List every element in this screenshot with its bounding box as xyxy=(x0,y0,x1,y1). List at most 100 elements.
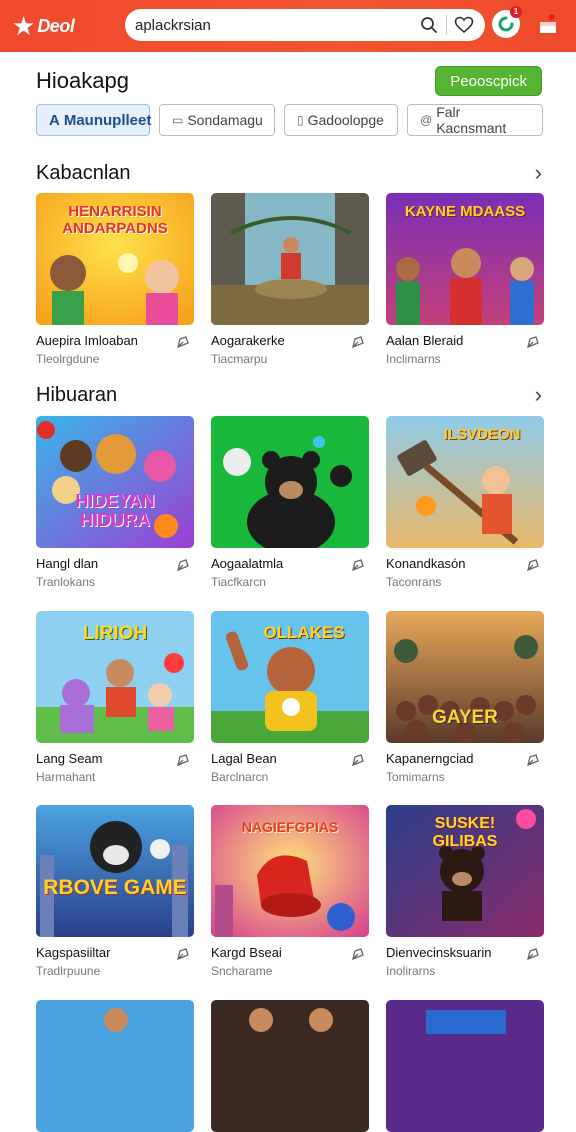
thumbnail-banner: RBOVE GAME xyxy=(43,876,187,899)
card-subtitle: Tiacfkarcn xyxy=(211,575,266,589)
game-thumbnail[interactable] xyxy=(211,193,369,325)
game-thumbnail[interactable]: NAGIEFGPIAS xyxy=(211,805,369,937)
game-thumbnail[interactable]: KAYNE MDAASS xyxy=(386,193,544,325)
game-thumbnail[interactable]: HENARRISIN ANDARPADNS xyxy=(36,193,194,325)
game-card-partial[interactable] xyxy=(36,1000,194,1132)
game-card[interactable]: HIDEYAN HIDURA Hangl dlan Tranlokans xyxy=(36,416,194,589)
card-subtitle: Tranlokans xyxy=(36,575,95,589)
star-icon: ★ xyxy=(12,11,36,41)
search-icon[interactable] xyxy=(418,14,440,36)
card-subtitle: Taconrans xyxy=(386,575,442,589)
game-card[interactable]: HENARRISIN ANDARPADNS Auepira Imloaban T… xyxy=(36,193,194,366)
card-title: Konandkasón xyxy=(386,556,466,571)
game-card[interactable]: ILSVDEON Konandkasón Taconrans xyxy=(386,416,544,589)
game-card[interactable]: LIRIOH Lang Seam Harmahant xyxy=(36,611,194,784)
section-title: Hibuaran xyxy=(36,383,118,406)
card-subtitle: Inclimarns xyxy=(386,352,441,366)
search-input[interactable]: aplackrsian xyxy=(135,17,412,34)
card-subtitle: Harmahant xyxy=(36,770,96,784)
search-bar[interactable]: aplackrsian xyxy=(125,9,485,41)
card-subtitle: Sncharame xyxy=(211,964,273,978)
bookmark-icon[interactable] xyxy=(351,947,365,961)
chevron-right-icon[interactable]: › xyxy=(535,160,542,186)
chip-sondamagu[interactable]: ▭ Sondamagu xyxy=(159,104,275,136)
game-card[interactable]: OLLAKES Lagal Bean Barclnarcn xyxy=(211,611,369,784)
section-header-1: Kabacnlan › xyxy=(36,160,542,186)
app-logo[interactable]: ★ Deol xyxy=(12,13,108,39)
thumbnail-banner: SUSKE! GILIBAS xyxy=(432,815,498,850)
bookmark-icon[interactable] xyxy=(526,558,540,572)
thumbnail-banner: GAYER xyxy=(432,707,498,728)
card-title: Aogaalatmla xyxy=(211,556,284,571)
top-bar: ★ Deol aplackrsian 1 xyxy=(0,0,576,52)
gift-button[interactable] xyxy=(534,10,562,38)
thumbnail-banner: OLLAKES xyxy=(263,623,345,642)
card-title: Auepira Imloaban xyxy=(36,333,138,348)
game-card[interactable]: KAYNE MDAASS Aalan Bleraid Inclimarns xyxy=(386,193,544,366)
bookmark-icon[interactable] xyxy=(176,753,190,767)
chip-gadoolopge[interactable]: ▯ Gadoolopge xyxy=(284,104,398,136)
game-card[interactable]: Aogaalatmla Tiacfkarcn xyxy=(211,416,369,589)
chat-icon: ▭ xyxy=(172,113,184,127)
game-thumbnail[interactable]: OLLAKES xyxy=(211,611,369,743)
card-title: Hangl dlan xyxy=(36,556,99,571)
bookmark-icon[interactable] xyxy=(176,947,190,961)
logo-text: Deol xyxy=(37,15,75,36)
game-card[interactable]: NAGIEFGPIAS Kargd Bseai Sncharame xyxy=(211,805,369,978)
gift-icon xyxy=(540,14,556,33)
card-title: Lang Seam xyxy=(36,751,103,766)
game-thumbnail[interactable] xyxy=(211,1000,369,1132)
card-subtitle: Tiacmarpu xyxy=(211,352,268,366)
document-icon: ▯ xyxy=(297,113,304,127)
bookmark-icon[interactable] xyxy=(176,558,190,572)
chip-label: Maunuplleet xyxy=(63,111,152,129)
chip-prefix: A xyxy=(49,111,60,129)
bookmark-icon[interactable] xyxy=(351,558,365,572)
bookmark-icon[interactable] xyxy=(351,335,365,349)
chip-label: Sondamagu xyxy=(187,112,263,128)
thumbnail-banner: ILSVDEON xyxy=(443,426,521,443)
notification-badge: 1 xyxy=(510,6,522,18)
game-thumbnail[interactable]: GAYER xyxy=(386,611,544,743)
game-card[interactable]: RBOVE GAME Kagspasiiltar Tradlrpuune xyxy=(36,805,194,978)
game-thumbnail[interactable] xyxy=(386,1000,544,1132)
section-title: Kabacnlan xyxy=(36,161,131,184)
game-thumbnail[interactable]: HIDEYAN HIDURA xyxy=(36,416,194,548)
game-thumbnail[interactable]: ILSVDEON xyxy=(386,416,544,548)
primary-action-button[interactable]: Peooscpick xyxy=(435,66,542,96)
game-card-partial[interactable] xyxy=(386,1000,544,1132)
chip-label: Falr Kacnsmant xyxy=(436,104,507,136)
card-title: Kapanerngciad xyxy=(386,751,474,766)
chip-label: Gadoolopge xyxy=(307,112,384,128)
game-card-partial[interactable] xyxy=(211,1000,369,1132)
bookmark-icon[interactable] xyxy=(526,947,540,961)
chip-falr-kacnsmant[interactable]: @ Falr Kacnsmant xyxy=(407,104,543,136)
card-title: Kargd Bseai xyxy=(211,945,282,960)
card-subtitle: Tomimarns xyxy=(386,770,445,784)
game-thumbnail[interactable]: SUSKE! GILIBAS xyxy=(386,805,544,937)
game-thumbnail[interactable]: RBOVE GAME xyxy=(36,805,194,937)
game-card[interactable]: GAYER Kapanerngciad Tomimarns xyxy=(386,611,544,784)
thumbnail-banner: HIDEYAN HIDURA xyxy=(75,491,155,530)
bookmark-icon[interactable] xyxy=(351,753,365,767)
chip-prefix: @ xyxy=(420,113,433,127)
game-thumbnail[interactable]: LIRIOH xyxy=(36,611,194,743)
card-title: Kagspasiiltar xyxy=(36,945,111,960)
bookmark-icon[interactable] xyxy=(526,753,540,767)
chevron-right-icon[interactable]: › xyxy=(535,382,542,408)
chip-maunuplleet[interactable]: A Maunuplleet xyxy=(36,104,152,136)
game-card[interactable]: Aogarakerke Tiacmarpu xyxy=(211,193,369,366)
section-header-2: Hibuaran › xyxy=(36,382,542,408)
game-thumbnail[interactable] xyxy=(36,1000,194,1132)
bookmark-icon[interactable] xyxy=(176,335,190,349)
heart-icon[interactable] xyxy=(453,14,475,36)
search-divider xyxy=(446,15,447,35)
notifications-button[interactable]: 1 xyxy=(492,6,522,38)
filter-chips: A Maunuplleet ▭ Sondamagu ▯ Gadoolopge @… xyxy=(36,104,543,136)
game-card[interactable]: SUSKE! GILIBAS Dienvecinsksuarin Inolira… xyxy=(386,805,544,978)
card-subtitle: Inolirarns xyxy=(386,964,436,978)
bookmark-icon[interactable] xyxy=(526,335,540,349)
thumbnail-banner: KAYNE MDAASS xyxy=(404,203,526,220)
game-thumbnail[interactable] xyxy=(211,416,369,548)
card-title: Lagal Bean xyxy=(211,751,277,766)
